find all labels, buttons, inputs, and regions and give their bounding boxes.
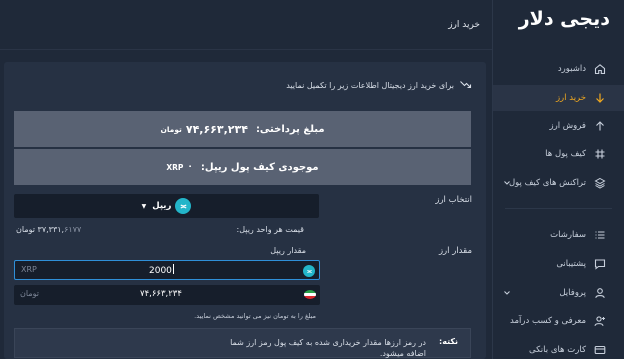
ripple-icon xyxy=(175,198,192,214)
chevron-down-icon xyxy=(504,291,510,295)
balance-summary: موجودی کیف پول ریپل: ۰ XRP xyxy=(14,149,471,185)
list-icon xyxy=(594,229,606,241)
sidebar-item-support[interactable]: پشتیبانی xyxy=(493,251,624,277)
sidebar-item-label: داشبورد xyxy=(557,64,586,74)
user-icon xyxy=(594,287,606,299)
ripple-icon xyxy=(303,265,315,277)
crypto-amount-placeholder: XRP xyxy=(21,265,37,274)
sidebar-item-dashboard[interactable]: داشبورد xyxy=(493,56,624,82)
arrow-down-icon xyxy=(594,92,606,104)
caret-down-icon: ▼ xyxy=(141,202,147,210)
toman-amount-placeholder: تومان xyxy=(20,289,39,298)
layers-icon xyxy=(594,177,606,189)
payment-summary: مبلغ پرداختی: ۷۴,۶۶۳,۲۳۴ تومان xyxy=(14,111,471,147)
payment-unit: تومان xyxy=(160,124,182,134)
sidebar-item-referral[interactable]: معرفی و کسب درآمد xyxy=(493,308,624,334)
sidebar-item-label: سفارشات xyxy=(550,230,586,240)
amount-sub-label: مقدار ریپل xyxy=(270,246,306,255)
sidebar-item-wallet-transactions[interactable]: تراکنش های کیف پول xyxy=(493,170,624,196)
trend-down-icon xyxy=(460,81,472,89)
hash-icon xyxy=(594,148,606,160)
currency-select-label: انتخاب ارز xyxy=(435,195,472,205)
card-icon xyxy=(594,344,606,356)
iran-flag-icon xyxy=(304,290,316,299)
sidebar-item-bank-cards[interactable]: کارت های بانکی xyxy=(493,337,624,359)
sidebar-item-label: کیف پول ها xyxy=(545,149,586,159)
sidebar-item-label: فروش ارز xyxy=(549,121,586,131)
crypto-amount-value: 2000 xyxy=(149,266,172,276)
sidebar-item-label: پروفایل xyxy=(559,288,586,298)
sidebar-item-wallets[interactable]: کیف پول ها xyxy=(493,141,624,167)
rate-label: قیمت هر واحد ریپل: xyxy=(236,225,304,234)
balance-label: موجودی کیف پول ریپل: xyxy=(200,161,319,173)
sidebar-item-label: معرفی و کسب درآمد xyxy=(510,316,586,326)
user-plus-icon xyxy=(594,315,606,327)
sidebar-item-label: تراکنش های کیف پول xyxy=(508,178,586,188)
currency-select[interactable]: ریپل ▼ xyxy=(14,194,319,218)
rate-value-decimal: ۶۱۷۷ xyxy=(64,225,82,234)
amount-help-text: مبلغ را به تومان نیز می توانید مشخص نمای… xyxy=(194,312,316,320)
sidebar-divider xyxy=(505,208,612,209)
form-intro: برای خرید ارز دیجیتال اطلاعات زیر را تکم… xyxy=(286,80,472,90)
home-icon xyxy=(594,63,606,75)
buy-form-card: برای خرید ارز دیجیتال اطلاعات زیر را تکم… xyxy=(4,62,486,359)
rate-unit: تومان xyxy=(16,225,35,234)
sidebar-item-buy[interactable]: خرید ارز xyxy=(493,85,624,111)
sidebar-item-label: پشتیبانی xyxy=(556,259,586,269)
note-box: نکته: در رمز ارزها مقدار خریداری شده به … xyxy=(14,328,471,358)
note-text: در رمز ارزها مقدار خریداری شده به کیف پو… xyxy=(230,338,426,358)
app-logo[interactable]: دیجی دلار xyxy=(519,8,611,30)
sidebar-item-orders[interactable]: سفارشات xyxy=(493,222,624,248)
crypto-amount-input[interactable]: XRP 2000 xyxy=(14,260,320,280)
balance-value: ۰ xyxy=(187,162,193,172)
payment-value: ۷۴,۶۶۳,۲۳۴ xyxy=(185,122,248,136)
amount-label: مقدار ارز xyxy=(438,246,472,256)
arrow-up-icon xyxy=(594,120,606,132)
form-intro-text: برای خرید ارز دیجیتال اطلاعات زیر را تکم… xyxy=(286,80,454,90)
sidebar-item-label: کارت های بانکی xyxy=(529,345,586,355)
toman-amount-input[interactable]: تومان ۷۴,۶۶۳,۲۳۴ xyxy=(14,285,320,305)
toman-amount-value: ۷۴,۶۶۳,۲۳۴ xyxy=(140,289,182,299)
page-header: خرید ارز xyxy=(0,0,492,50)
note-title: نکته: xyxy=(439,337,458,346)
rate-value-int: ۳۷,۳۳۱, xyxy=(37,225,65,234)
sidebar: دیجی دلار داشبورد خرید ارز فروش ارز کیف … xyxy=(492,0,624,359)
chat-icon xyxy=(594,258,606,270)
currency-select-value: ریپل xyxy=(152,201,172,211)
chevron-down-icon xyxy=(504,181,510,185)
sidebar-item-sell[interactable]: فروش ارز xyxy=(493,113,624,139)
balance-unit: XRP xyxy=(166,162,184,172)
payment-label: مبلغ پرداختی: xyxy=(255,123,325,135)
sidebar-item-label: خرید ارز xyxy=(555,93,586,103)
sidebar-item-profile[interactable]: پروفایل xyxy=(493,280,624,306)
rate-value: ۳۷,۳۳۱,۶۱۷۷ تومان xyxy=(16,225,81,234)
page-title: خرید ارز xyxy=(448,20,480,30)
